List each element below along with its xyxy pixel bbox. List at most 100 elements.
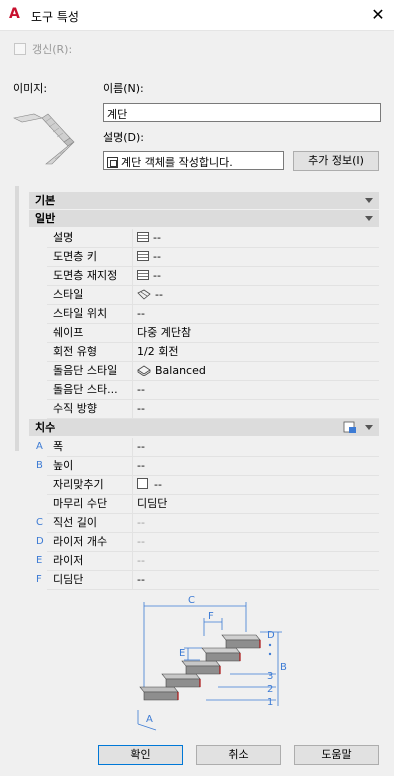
- diagram-label-e: E: [179, 648, 185, 659]
- general-row-winder-style[interactable]: 돌음단 스타일 Balanced: [47, 362, 379, 381]
- winder-style-icon[interactable]: [137, 365, 151, 376]
- row-key: 돌음단 스타일: [47, 362, 133, 380]
- row-letter: E: [36, 555, 43, 566]
- general-row-style-location[interactable]: 스타일 위치 --: [47, 305, 379, 324]
- diagram-label-f: F: [208, 611, 214, 622]
- row-key: 높이: [47, 457, 133, 475]
- row-key: 라이저: [47, 552, 133, 570]
- chevron-down-icon[interactable]: [365, 198, 373, 203]
- dimension-row-straight-length[interactable]: C 직선 길이 --: [36, 514, 379, 533]
- diagram-label-b: B: [280, 662, 287, 673]
- dimension-row-height[interactable]: B 높이 --: [36, 457, 379, 476]
- row-value: --: [154, 478, 162, 491]
- description-label: 설명(D):: [103, 131, 144, 144]
- list-icon[interactable]: [137, 251, 149, 261]
- row-letter: D: [36, 536, 44, 547]
- row-value: --: [137, 383, 145, 396]
- row-letter: C: [36, 517, 43, 528]
- image-label: 이미지:: [13, 82, 48, 95]
- row-value: --: [153, 231, 161, 244]
- row-value: --: [153, 269, 161, 282]
- row-letter: F: [36, 574, 42, 585]
- palette-grip[interactable]: [15, 186, 19, 451]
- stair-dimension-diagram: C F D E B A 3 2 1: [137, 595, 287, 731]
- general-grid: 설명 -- 도면층 키 -- 도면층 재지정 -- 스타일 -- 스타일 위치 …: [47, 229, 379, 419]
- dimension-row-width[interactable]: A 폭 --: [36, 438, 379, 457]
- general-row-turn-type[interactable]: 회전 유형 1/2 회전: [47, 343, 379, 362]
- row-key: 마무리 수단: [47, 495, 133, 513]
- cancel-button[interactable]: 취소: [196, 745, 281, 765]
- dimension-row-riser[interactable]: E 라이저 --: [36, 552, 379, 571]
- diagram-label-2: 2: [267, 684, 273, 695]
- row-value: --: [137, 516, 145, 529]
- row-value: --: [137, 535, 145, 548]
- section-basic[interactable]: 기본: [29, 192, 379, 209]
- chevron-down-icon[interactable]: [365, 216, 373, 221]
- description-icon: [107, 157, 118, 168]
- description-field[interactable]: 계단 객체를 작성합니다.: [103, 151, 284, 170]
- general-row-style[interactable]: 스타일 --: [47, 286, 379, 305]
- general-row-layer-key[interactable]: 도면층 키 --: [47, 248, 379, 267]
- diagram-label-c: C: [188, 595, 195, 606]
- row-value: --: [137, 459, 145, 472]
- row-value: 다중 계단참: [137, 326, 192, 339]
- dimension-row-tread[interactable]: F 디딤단 --: [36, 571, 379, 590]
- title-bar: A 도구 특성 ✕: [0, 0, 394, 31]
- row-key: 직선 길이: [47, 514, 133, 532]
- row-value: --: [137, 440, 145, 453]
- list-icon[interactable]: [137, 232, 149, 242]
- more-info-button[interactable]: 추가 정보(I): [293, 151, 379, 171]
- refresh-checkbox[interactable]: 갱신(R):: [14, 41, 72, 57]
- row-key: 디딤단: [47, 571, 133, 589]
- window-title: 도구 특성: [31, 10, 79, 24]
- stair-thumbnail-icon[interactable]: [12, 108, 82, 168]
- row-key: 설명: [47, 229, 133, 247]
- name-input[interactable]: 계단: [103, 103, 381, 122]
- ok-button[interactable]: 확인: [98, 745, 183, 765]
- chevron-down-icon[interactable]: [365, 425, 373, 430]
- general-row-winder-style-location[interactable]: 돌음단 스타... --: [47, 381, 379, 400]
- list-icon[interactable]: [137, 270, 149, 280]
- row-value: Balanced: [155, 364, 206, 377]
- row-value: --: [137, 307, 145, 320]
- row-key: 회전 유형: [47, 343, 133, 361]
- row-letter: B: [36, 460, 43, 471]
- row-value: --: [137, 573, 145, 586]
- stair-style-icon[interactable]: [137, 289, 151, 300]
- description-value: 계단 객체를 작성합니다.: [121, 156, 233, 169]
- row-key: 스타일 위치: [47, 305, 133, 323]
- dimension-row-terminate-with[interactable]: 마무리 수단 디딤단: [47, 495, 379, 514]
- general-row-description[interactable]: 설명 --: [47, 229, 379, 248]
- checkbox-icon[interactable]: [137, 478, 148, 489]
- row-key: 자리맞추기: [47, 476, 133, 494]
- row-key: 도면층 키: [47, 248, 133, 266]
- row-key: 돌음단 스타...: [47, 381, 133, 399]
- section-dimensions-label: 치수: [35, 421, 56, 434]
- dimension-row-justify[interactable]: 자리맞추기 --: [47, 476, 379, 495]
- dimension-row-riser-count[interactable]: D 라이저 개수 --: [36, 533, 379, 552]
- close-icon[interactable]: ✕: [368, 5, 388, 25]
- row-value: 1/2 회전: [137, 345, 179, 358]
- help-button[interactable]: 도움말: [294, 745, 379, 765]
- diagram-label-3: 3: [267, 671, 273, 682]
- autocad-a-icon: A: [9, 6, 20, 22]
- row-value: --: [137, 554, 145, 567]
- row-value: --: [155, 288, 163, 301]
- dimension-settings-icon[interactable]: [343, 421, 357, 434]
- dimensions-grid: A 폭 -- B 높이 -- 자리맞추기 -- 마무리 수단 디딤단 C 직선 …: [36, 438, 379, 590]
- general-row-vertical-orientation[interactable]: 수직 방향 --: [47, 400, 379, 419]
- row-value: --: [153, 250, 161, 263]
- section-general-label: 일반: [35, 212, 56, 225]
- section-general[interactable]: 일반: [29, 210, 379, 227]
- row-key: 스타일: [47, 286, 133, 304]
- general-row-layer-override[interactable]: 도면층 재지정 --: [47, 267, 379, 286]
- row-value: 디딤단: [137, 497, 168, 510]
- row-key: 라이저 개수: [47, 533, 133, 551]
- general-row-shape[interactable]: 쉐이프 다중 계단참: [47, 324, 379, 343]
- section-dimensions[interactable]: 치수: [29, 419, 379, 436]
- row-letter: A: [36, 441, 43, 452]
- row-value: --: [137, 402, 145, 415]
- diagram-label-a: A: [146, 714, 153, 725]
- row-key: 수직 방향: [47, 400, 133, 418]
- row-key: 폭: [47, 438, 133, 456]
